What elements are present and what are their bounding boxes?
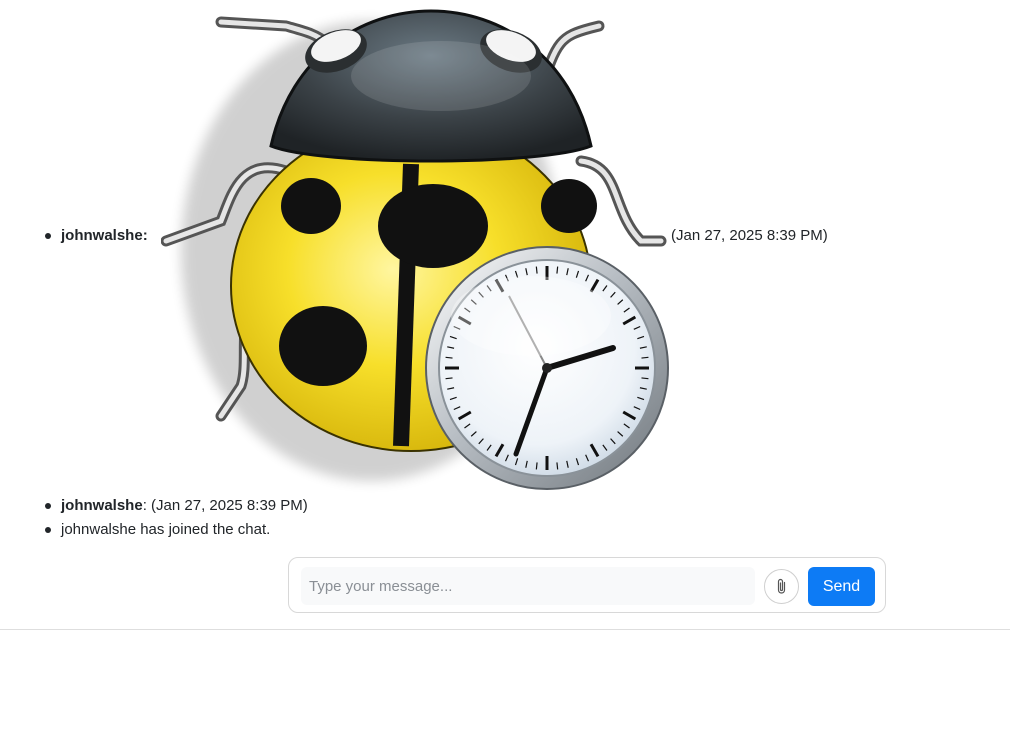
attach-button[interactable] <box>764 569 799 604</box>
clock-tick <box>445 377 453 380</box>
message-item: johnwalshe: (Jan 27, 2025 8:39 PM) <box>45 9 961 744</box>
message-item: johnwalshe: (Jan 27, 2025 8:39 PM) <box>61 494 308 518</box>
message-separator: : <box>142 497 147 514</box>
clock-tick <box>556 462 559 470</box>
paperclip-icon <box>777 578 785 594</box>
system-message: johnwalshe has joined the chat. <box>61 518 270 542</box>
message-username: johnwalshe: <box>61 227 148 244</box>
message-input[interactable] <box>301 567 755 605</box>
clock-tick <box>556 266 559 274</box>
message-timestamp: (Jan 27, 2025 8:39 PM) <box>671 227 828 244</box>
clock-tick <box>535 266 538 274</box>
send-button[interactable]: Send <box>808 567 875 606</box>
ladybug-clock-icon <box>160 9 669 490</box>
message-composer: Send <box>288 557 886 613</box>
message-image[interactable] <box>160 0 673 496</box>
clock-tick <box>535 462 538 470</box>
divider <box>0 629 1010 630</box>
message-username: johnwalshe <box>61 497 143 514</box>
clock-tick <box>641 377 649 380</box>
message-timestamp: (Jan 27, 2025 8:39 PM) <box>151 497 308 514</box>
clock-tick <box>445 356 453 359</box>
clock-tick <box>641 356 649 359</box>
system-message-text: johnwalshe has joined the chat. <box>61 521 271 538</box>
